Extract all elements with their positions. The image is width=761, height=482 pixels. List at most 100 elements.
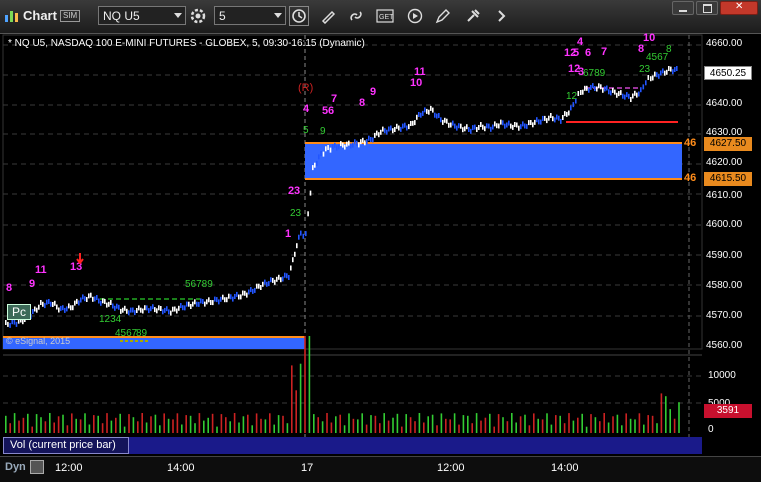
volume-scale-label: 10000	[708, 370, 736, 381]
time-axis[interactable]: Dyn 12:00 14:00 17 12:00 14:00	[0, 456, 761, 482]
pc-button[interactable]: Pc	[7, 304, 32, 320]
volume-bar	[669, 409, 671, 433]
maximize-button[interactable]	[696, 1, 718, 15]
volume-bar	[317, 417, 319, 433]
upper-level-marker: 4627.50	[704, 137, 752, 151]
volume-bar	[541, 419, 544, 433]
more-icon[interactable]	[492, 6, 512, 26]
chevron-down-icon[interactable]	[174, 13, 182, 18]
volume-bar	[524, 414, 526, 433]
price-bar	[286, 273, 288, 279]
price-bar	[402, 123, 404, 129]
volume-bar	[467, 415, 469, 433]
volume-bar	[405, 414, 407, 433]
price-bar	[606, 85, 608, 91]
price-bar	[620, 90, 622, 96]
price-bar	[366, 139, 368, 145]
price-bar	[5, 320, 7, 325]
price-bar	[502, 120, 504, 126]
volume-bar	[44, 421, 47, 433]
price-bar	[596, 86, 598, 92]
price-bar	[488, 123, 490, 129]
draw-pencil-icon[interactable]	[318, 6, 338, 26]
volume-bar	[321, 421, 324, 433]
volume-bar	[506, 421, 509, 433]
volume-bar	[471, 423, 473, 433]
price-bar	[212, 300, 214, 306]
price-bar	[134, 310, 136, 316]
play-icon[interactable]	[405, 6, 425, 26]
price-bar	[142, 308, 144, 314]
settings-gear-icon[interactable]	[188, 6, 208, 26]
price-bar	[354, 139, 356, 145]
price-bar	[238, 294, 240, 300]
volume-bar	[453, 413, 456, 433]
price-bar	[58, 307, 60, 313]
price-bar	[460, 123, 462, 129]
price-bar	[558, 115, 560, 121]
dynamic-button[interactable]: Dyn	[5, 461, 26, 473]
price-bar	[458, 123, 460, 129]
price-bar	[616, 92, 618, 98]
price-bar	[526, 123, 528, 129]
price-bar	[182, 305, 184, 311]
price-bar	[166, 306, 168, 312]
link-icon[interactable]	[346, 6, 366, 26]
price-bar	[532, 122, 534, 128]
price-bar	[390, 125, 392, 131]
interval-input[interactable]: 5	[214, 6, 286, 25]
tools-icon[interactable]	[463, 6, 483, 26]
price-bar	[518, 125, 520, 131]
clock-icon[interactable]	[289, 6, 309, 26]
price-bar	[192, 301, 194, 307]
price-bar	[210, 300, 212, 305]
price-bar	[152, 304, 154, 310]
volume-bar	[577, 417, 579, 433]
symbol-input[interactable]: NQ U5	[98, 6, 186, 25]
price-bar	[612, 87, 614, 93]
price-bar	[582, 89, 584, 95]
minimize-button[interactable]	[672, 1, 694, 15]
volume-bar	[431, 414, 434, 433]
price-bar	[470, 128, 472, 134]
price-bar	[46, 299, 48, 305]
price-bar	[280, 277, 282, 283]
price-bar	[314, 162, 316, 168]
price-bar	[544, 115, 546, 121]
price-bar	[80, 297, 82, 303]
price-bar	[652, 75, 654, 81]
price-axis-label: 4570.00	[706, 310, 743, 321]
price-bar	[36, 307, 38, 313]
price-bar	[208, 297, 210, 303]
volume-bar	[343, 425, 346, 433]
chevron-down-icon[interactable]	[274, 13, 282, 18]
edit-icon[interactable]	[433, 6, 453, 26]
price-bar	[382, 126, 384, 132]
volume-bar	[295, 390, 297, 433]
volume-bar	[528, 425, 531, 433]
price-bar	[70, 305, 72, 311]
price-bar	[292, 257, 294, 263]
td-label: 56789	[185, 279, 213, 290]
price-bar	[418, 112, 420, 117]
volume-bar	[128, 414, 130, 433]
price-bar	[560, 118, 562, 124]
price-bar	[506, 122, 508, 128]
dynamic-scale-icon[interactable]	[30, 460, 44, 474]
price-bar	[82, 294, 84, 300]
volume-bar	[88, 424, 91, 433]
volume-bar	[489, 413, 491, 433]
price-bar	[468, 127, 470, 132]
price-bar	[50, 301, 52, 307]
volume-bar	[607, 422, 610, 433]
volume-study-label[interactable]: Vol (current price bar)	[3, 437, 129, 454]
volume-bar	[365, 424, 368, 433]
price-bar	[478, 125, 480, 130]
volume-bar	[172, 419, 174, 433]
volume-bar	[594, 417, 597, 433]
price-bar	[316, 161, 318, 166]
price-bar	[598, 83, 600, 89]
get-icon[interactable]: GET	[375, 6, 395, 26]
price-chart[interactable]: 8 9 11 13 1234 56789 4567 89 1 2 3 23 (R…	[0, 33, 761, 456]
close-button[interactable]	[720, 1, 758, 15]
